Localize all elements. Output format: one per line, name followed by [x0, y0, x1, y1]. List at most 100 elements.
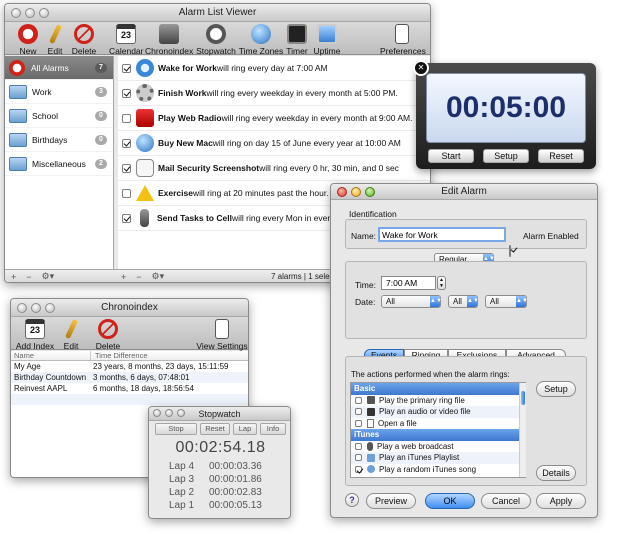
alarm-enabled-checkbox[interactable] — [509, 245, 511, 257]
name-field[interactable] — [378, 227, 506, 242]
action-checkbox[interactable] — [355, 454, 362, 462]
edit-button[interactable]: Edit — [43, 23, 67, 56]
cancel-button[interactable]: Cancel — [481, 493, 531, 509]
alarm-action-menu[interactable]: ⚙▾ — [152, 271, 165, 282]
edit-alarm-titlebar[interactable]: Edit Alarm — [331, 184, 597, 200]
sidebar-item-school[interactable]: School 0 — [5, 104, 113, 128]
uptime-button[interactable]: Uptime — [312, 24, 342, 56]
time-zones-button[interactable]: Time Zones — [238, 24, 284, 56]
info-button[interactable]: Info — [260, 423, 286, 435]
new-button[interactable]: New — [11, 24, 45, 56]
list-item[interactable]: Play an iTunes Playlist — [351, 452, 525, 464]
list-item[interactable]: Play an audio or video file — [351, 406, 525, 418]
chronoindex-titlebar[interactable]: Chronoindex — [11, 299, 248, 317]
action-checkbox[interactable] — [355, 465, 362, 473]
alarm-checkbox[interactable] — [122, 63, 131, 73]
group-action-menu[interactable]: ⚙▾ — [42, 271, 55, 282]
reset-button[interactable]: Reset — [200, 423, 230, 435]
table-row[interactable]: Buy New Mac will ring on day 15 of June … — [118, 131, 430, 156]
ok-button[interactable]: OK — [425, 493, 475, 509]
playlist-icon — [367, 453, 375, 462]
list-item[interactable]: Play a web broadcast — [351, 441, 525, 453]
help-button[interactable]: ? — [345, 493, 359, 507]
alarm-list-titlebar[interactable]: Alarm List Viewer — [5, 4, 430, 22]
table-row[interactable]: Reinvest AAPL 6 months, 18 days, 18:56:54 — [11, 383, 248, 394]
timer-setup-button[interactable]: Setup — [483, 149, 529, 163]
close-light[interactable] — [153, 409, 161, 417]
action-checkbox[interactable] — [355, 396, 362, 404]
lap-button[interactable]: Lap — [233, 423, 257, 435]
table-row[interactable]: Mail Security Screenshot will ring every… — [118, 156, 430, 181]
close-light[interactable] — [337, 187, 347, 197]
delete-button[interactable]: Delete — [69, 24, 99, 56]
time-field[interactable] — [381, 276, 436, 290]
apply-button[interactable]: Apply — [536, 493, 586, 509]
table-row[interactable]: My Age 23 years, 8 months, 23 days, 15:11… — [11, 361, 248, 372]
add-group-button[interactable]: + — [11, 272, 16, 282]
preferences-button[interactable]: Preferences — [380, 24, 426, 56]
minimize-light[interactable] — [165, 409, 173, 417]
alarm-checkbox[interactable] — [122, 113, 131, 123]
stopwatch-titlebar[interactable]: Stopwatch — [149, 407, 290, 421]
action-label: Play the primary ring file — [379, 395, 465, 405]
table-row[interactable]: Birthday Countdown 3 months, 6 days, 07:4… — [11, 372, 248, 383]
view-settings-button[interactable]: View Settings — [196, 319, 248, 351]
scrollbar-thumb[interactable] — [521, 391, 525, 405]
date-select-3[interactable]: All ▲▼ — [485, 295, 528, 308]
alarm-checkbox[interactable] — [122, 163, 131, 173]
alarm-checkbox[interactable] — [122, 188, 131, 198]
list-item[interactable]: Play a random iTunes song — [351, 464, 525, 476]
view-settings-icon — [215, 319, 229, 339]
zoom-light[interactable] — [39, 8, 49, 18]
column-header-name[interactable]: Name — [11, 351, 91, 360]
alarm-checkbox[interactable] — [122, 138, 131, 148]
chronoindex-button[interactable]: Chronoindex — [145, 24, 193, 56]
remove-group-button[interactable]: − — [26, 272, 31, 282]
action-checkbox[interactable] — [355, 442, 362, 450]
alarm-checkbox[interactable] — [122, 88, 131, 98]
edit-label: Edit — [63, 341, 79, 351]
action-checkbox[interactable] — [355, 408, 362, 416]
timer-reset-button[interactable]: Reset — [538, 149, 584, 163]
edit-index-button[interactable]: Edit — [59, 318, 83, 351]
list-item[interactable]: Open a file — [351, 418, 525, 430]
column-header-time-difference[interactable]: Time Difference — [91, 351, 148, 360]
chevron-down-icon: ▲▼ — [430, 296, 442, 307]
calendar-icon: 23 — [116, 24, 136, 44]
calendar-button[interactable]: 23 Calendar — [109, 24, 144, 56]
timer-button[interactable]: Timer — [284, 24, 310, 56]
alarm-checkbox[interactable] — [122, 213, 131, 223]
actions-scrollbar[interactable] — [519, 383, 526, 477]
sidebar-item-all-alarms[interactable]: All Alarms 7 — [5, 56, 113, 80]
action-checkbox[interactable] — [355, 419, 362, 427]
details-button[interactable]: Details — [536, 465, 576, 481]
minimize-light[interactable] — [25, 8, 35, 18]
table-row[interactable]: Play Web Radio will ring every weekday i… — [118, 106, 430, 131]
sidebar-item-birthdays[interactable]: Birthdays 0 — [5, 128, 113, 152]
zoom-light[interactable] — [45, 303, 55, 313]
date-select-1[interactable]: All ▲▼ — [381, 295, 442, 308]
minimize-light[interactable] — [31, 303, 41, 313]
preview-button[interactable]: Preview — [366, 493, 416, 509]
setup-button[interactable]: Setup — [536, 381, 576, 397]
time-stepper[interactable]: ▲ ▼ — [437, 276, 446, 290]
lap-label: Lap 2 — [169, 487, 195, 498]
delete-index-button[interactable]: Delete — [93, 319, 123, 351]
timer-start-button[interactable]: Start — [428, 149, 474, 163]
zoom-light[interactable] — [177, 409, 185, 417]
list-item[interactable]: Play the primary ring file — [351, 395, 525, 407]
sidebar-item-miscellaneous[interactable]: Miscellaneous 2 — [5, 152, 113, 176]
remove-alarm-button[interactable]: − — [136, 272, 141, 282]
table-row[interactable]: Finish Work will ring every weekday in e… — [118, 81, 430, 106]
close-light[interactable] — [17, 303, 27, 313]
add-index-button[interactable]: 23 Add Index — [15, 319, 55, 351]
table-row[interactable]: Wake for Work will ring every day at 7:0… — [118, 56, 430, 81]
date-select-2[interactable]: All ▲▼ — [448, 295, 479, 308]
stopwatch-button[interactable]: Stopwatch — [196, 24, 236, 56]
add-alarm-button[interactable]: + — [121, 272, 126, 282]
close-light[interactable] — [11, 8, 21, 18]
minimize-light[interactable] — [351, 187, 361, 197]
zoom-light[interactable] — [365, 187, 375, 197]
stop-button[interactable]: Stop — [155, 423, 197, 435]
sidebar-item-work[interactable]: Work 3 — [5, 80, 113, 104]
